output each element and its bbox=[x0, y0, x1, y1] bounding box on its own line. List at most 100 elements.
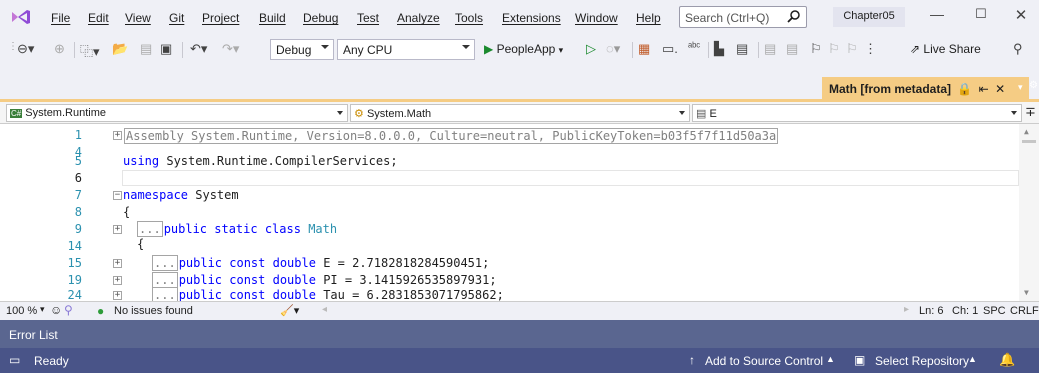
scroll-left-icon[interactable]: ◂ bbox=[322, 304, 327, 315]
pin-icon[interactable]: ⇤ bbox=[979, 82, 989, 96]
expand-icon[interactable]: + bbox=[113, 276, 122, 285]
add-to-source-control[interactable]: Add to Source Control bbox=[705, 354, 823, 368]
search-placeholder: Search (Ctrl+Q) bbox=[685, 11, 770, 25]
navigation-bar: C# System.Runtime ⚙ System.Math ▤ E ∓ bbox=[0, 102, 1039, 124]
line-indicator[interactable]: Ln: 6 bbox=[919, 305, 943, 317]
scroll-up-icon[interactable]: ▲ bbox=[1024, 127, 1029, 136]
solution-name-badge[interactable]: Chapter05 bbox=[833, 7, 905, 27]
redo-icon[interactable]: ↷▾ bbox=[222, 41, 239, 57]
solution-platform-select[interactable]: Any CPU bbox=[337, 39, 475, 60]
outdent-icon[interactable]: ▤ bbox=[764, 41, 776, 57]
assembly-info: Assembly System.Runtime, Version=8.0.0.0… bbox=[124, 128, 779, 144]
minimize-icon[interactable]: — bbox=[922, 6, 952, 26]
undo-icon[interactable]: ↶▾ bbox=[190, 41, 207, 57]
save-all-icon[interactable]: ▣ bbox=[160, 41, 172, 57]
solution-configuration-select[interactable]: Debug bbox=[270, 39, 334, 60]
collapse-icon[interactable]: − bbox=[113, 191, 122, 200]
new-project-icon[interactable]: ⿻▾ bbox=[80, 41, 100, 59]
save-icon[interactable]: ▤ bbox=[140, 41, 152, 57]
vertical-scrollbar[interactable]: ▲ ▼ bbox=[1019, 124, 1039, 301]
menu-git[interactable]: Git bbox=[169, 11, 184, 25]
run-target-label: PeopleApp bbox=[496, 42, 556, 56]
tab-overflow-icon[interactable]: ▾ bbox=[1018, 82, 1023, 93]
menu-project[interactable]: Project bbox=[202, 11, 239, 25]
member-select[interactable]: ▤ E bbox=[692, 104, 1022, 122]
feedback-icon[interactable]: ⚲ bbox=[1013, 41, 1023, 57]
copilot-icon[interactable]: ☺ bbox=[50, 303, 62, 317]
next-bookmark-icon[interactable]: ⚐ bbox=[846, 41, 858, 57]
repository-icon: ▣ bbox=[854, 353, 866, 367]
bookmark-icon[interactable]: ⚐ bbox=[810, 41, 822, 57]
close-icon[interactable]: ✕ bbox=[1006, 6, 1036, 26]
standard-toolbar: ⋮ ⊖▾ ⊕ ⿻▾ 📂 ▤ ▣ ↶▾ ↷▾ Debug Any CPU ▶ Pe… bbox=[0, 34, 1039, 64]
const-e: ... public const double E = 2.71828182845… bbox=[152, 255, 490, 271]
class-declaration: ... public static class Math bbox=[137, 221, 338, 237]
menu-help[interactable]: Help bbox=[636, 11, 661, 25]
comment-icon[interactable]: ▙ bbox=[714, 41, 724, 57]
toolbar-overflow-icon[interactable]: ⋮ bbox=[864, 41, 877, 57]
platform-value: Any CPU bbox=[343, 43, 393, 57]
menu-tools[interactable]: Tools bbox=[455, 11, 483, 25]
layout-icon[interactable]: ▭. bbox=[662, 41, 678, 57]
indent-icon[interactable]: ▤ bbox=[786, 41, 798, 57]
browser-link-icon[interactable]: ▦ bbox=[638, 41, 650, 57]
code-cleanup-icon[interactable]: 🧹▾ bbox=[280, 304, 299, 317]
visual-studio-logo-icon[interactable] bbox=[10, 9, 32, 25]
char-indicator[interactable]: Ch: 1 bbox=[952, 305, 978, 317]
live-share-button[interactable]: ⇗ Live Share bbox=[910, 42, 990, 58]
menu-file[interactable]: File bbox=[51, 11, 70, 25]
menu-window[interactable]: Window bbox=[575, 11, 618, 25]
chevron-down-icon[interactable]: ▾ bbox=[40, 304, 45, 315]
split-window-icon[interactable]: ∓ bbox=[1025, 104, 1036, 120]
menu-debug[interactable]: Debug bbox=[303, 11, 338, 25]
expand-icon[interactable]: + bbox=[113, 259, 122, 268]
toolbar-separator bbox=[758, 42, 759, 58]
arrow-up-icon: ↑ bbox=[689, 353, 695, 367]
maximize-icon[interactable]: ☐ bbox=[966, 6, 996, 26]
start-without-debugging-icon[interactable]: ▷ bbox=[586, 41, 596, 57]
collapsed-region: ... bbox=[152, 272, 178, 288]
scroll-down-icon[interactable]: ▼ bbox=[1024, 288, 1029, 297]
error-list-title[interactable]: Error List bbox=[9, 328, 58, 342]
project-value: System.Runtime bbox=[25, 107, 106, 119]
navigate-back-icon[interactable]: ⊖▾ bbox=[17, 41, 34, 57]
open-file-icon[interactable]: 📂 bbox=[112, 41, 128, 57]
error-list-panel[interactable]: Error List bbox=[0, 320, 1039, 348]
line-ending-indicator[interactable]: CRLF bbox=[1010, 305, 1039, 317]
expand-icon[interactable]: + bbox=[113, 291, 122, 300]
hot-reload-icon[interactable]: ◌▾ bbox=[606, 41, 620, 57]
tab-close-icon[interactable]: ✕ bbox=[995, 82, 1005, 96]
editor-status-line: 100 % ▾ ☺ ⚲ ● No issues found 🧹▾ ◂ ▸ Ln:… bbox=[0, 301, 1039, 320]
prev-bookmark-icon[interactable]: ⚐ bbox=[828, 41, 840, 57]
intellicode-icon[interactable]: ⚲ bbox=[64, 303, 73, 317]
current-line-highlight bbox=[122, 170, 1019, 186]
expand-icon[interactable]: + bbox=[113, 225, 122, 234]
search-input[interactable]: Search (Ctrl+Q) bbox=[679, 6, 807, 28]
expand-icon[interactable]: + bbox=[113, 131, 122, 140]
menu-extensions[interactable]: Extensions bbox=[502, 11, 561, 25]
project-select[interactable]: C# System.Runtime bbox=[6, 104, 348, 122]
tab-math-metadata[interactable]: Math [from metadata] 🔒 ⇤ ✕ bbox=[822, 77, 1029, 101]
tab-title: Math [from metadata] bbox=[829, 82, 952, 96]
spell-check-icon[interactable]: ᵃᵇᶜ bbox=[688, 41, 700, 57]
select-repository[interactable]: Select Repository bbox=[875, 354, 969, 368]
menu-view[interactable]: View bbox=[125, 11, 151, 25]
navigate-forward-icon[interactable]: ⊕ bbox=[54, 41, 65, 57]
line-number: 8 bbox=[74, 205, 82, 219]
class-icon: ⚙ bbox=[354, 108, 364, 120]
start-debugging-button[interactable]: ▶ PeopleApp ▾ bbox=[484, 42, 582, 58]
menu-analyze[interactable]: Analyze bbox=[397, 11, 440, 25]
scroll-right-icon[interactable]: ▸ bbox=[904, 304, 909, 315]
menu-edit[interactable]: Edit bbox=[88, 11, 109, 25]
menu-build[interactable]: Build bbox=[259, 11, 286, 25]
bell-icon[interactable]: 🔔 bbox=[999, 352, 1015, 368]
menu-test[interactable]: Test bbox=[357, 11, 379, 25]
whitespace-indicator[interactable]: SPC bbox=[983, 305, 1006, 317]
settings-gear-icon[interactable]: ⚙ bbox=[1029, 80, 1038, 91]
uncomment-icon[interactable]: ▤ bbox=[736, 41, 748, 57]
scrollbar-thumb[interactable] bbox=[1022, 140, 1036, 143]
type-select[interactable]: ⚙ System.Math bbox=[350, 104, 690, 122]
code-editor[interactable]: 1 + Assembly System.Runtime, Version=8.0… bbox=[0, 124, 1039, 303]
issues-status[interactable]: No issues found bbox=[114, 305, 193, 317]
zoom-level[interactable]: 100 % bbox=[6, 305, 37, 317]
